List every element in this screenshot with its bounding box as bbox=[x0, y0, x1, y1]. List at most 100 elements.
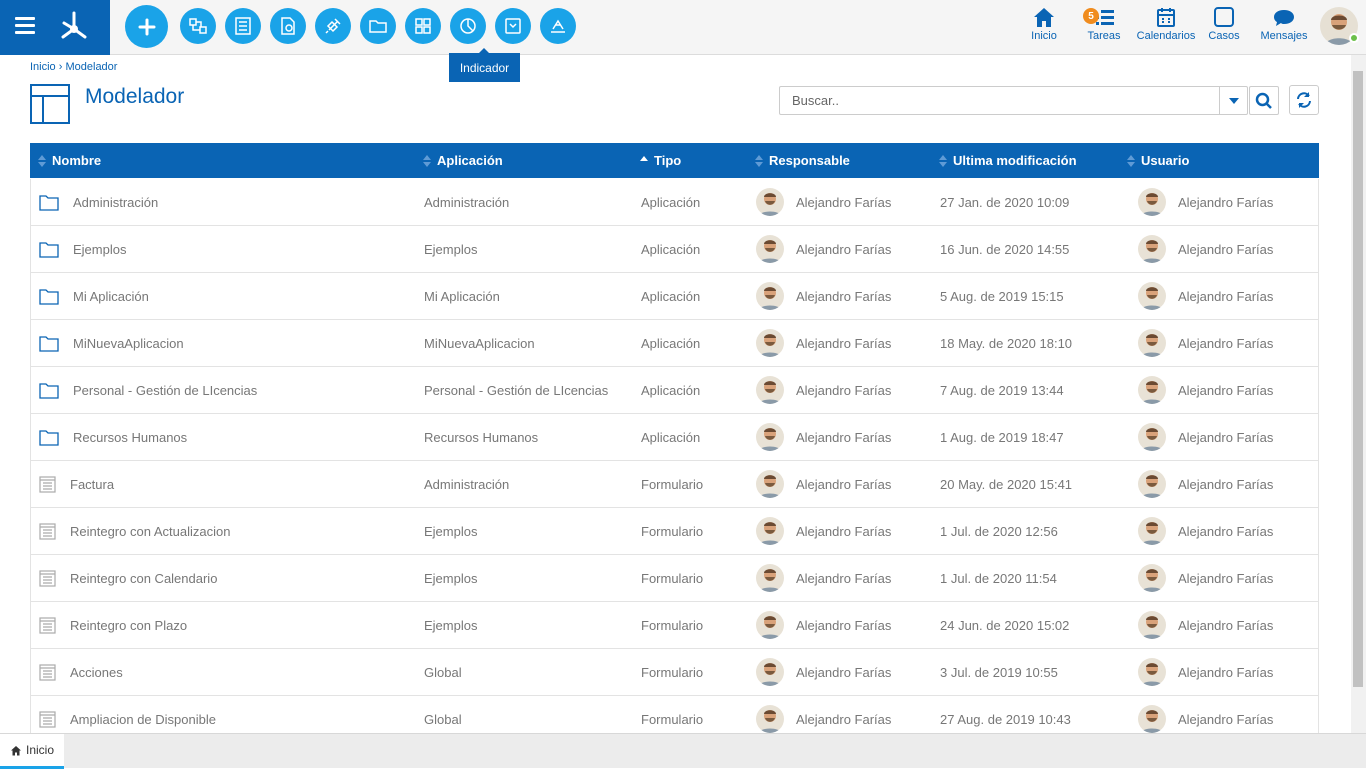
column-header-name[interactable]: Nombre bbox=[38, 143, 101, 178]
cell-type-text: Aplicación bbox=[641, 335, 701, 351]
nav-calendars[interactable]: Calendarios bbox=[1135, 6, 1197, 50]
cell-name-text[interactable]: Reintegro con Plazo bbox=[70, 618, 187, 633]
process-tool-button[interactable] bbox=[180, 8, 216, 44]
table-row[interactable]: MiNuevaAplicacion MiNuevaAplicacion Aplica… bbox=[30, 320, 1319, 367]
integration-tool-button[interactable] bbox=[315, 8, 351, 44]
cell-resp-text: Alejandro Farías bbox=[796, 664, 892, 680]
brand-area bbox=[0, 0, 110, 55]
avatar bbox=[1138, 517, 1166, 545]
avatar bbox=[756, 235, 784, 263]
form-icon bbox=[39, 569, 70, 587]
page-tool-button[interactable] bbox=[405, 8, 441, 44]
add-button[interactable] bbox=[125, 5, 168, 48]
column-header-name-label: Nombre bbox=[52, 153, 102, 168]
process-icon bbox=[189, 18, 207, 34]
form-icon bbox=[39, 663, 70, 681]
column-header-user[interactable]: Usuario bbox=[1127, 143, 1189, 178]
search-input[interactable] bbox=[780, 87, 1219, 114]
refresh-button[interactable] bbox=[1289, 85, 1319, 115]
cell-name: MiNuevaAplicacion bbox=[39, 320, 184, 366]
nav-home[interactable]: Inicio bbox=[1025, 6, 1063, 50]
cell-app-text: Administración bbox=[424, 476, 510, 492]
query-tool-button[interactable] bbox=[495, 8, 531, 44]
cell-name: Ampliacion de Disponible bbox=[39, 696, 216, 733]
table-row[interactable]: Acciones Global Formulario Alejandro Farías… bbox=[30, 649, 1319, 696]
cell-user-text: Alejandro Farías bbox=[1178, 711, 1274, 727]
form-tool-button[interactable] bbox=[225, 8, 261, 44]
cell-name-text[interactable]: Factura bbox=[70, 477, 114, 492]
column-header-responsible[interactable]: Responsable bbox=[755, 143, 850, 178]
table-row[interactable]: Mi Aplicación Mi Aplicación Aplicación Alej… bbox=[30, 273, 1319, 320]
cell-type: Aplicación bbox=[641, 273, 700, 319]
report-icon bbox=[281, 17, 295, 35]
cell-type-text: Formulario bbox=[641, 523, 704, 539]
cell-resp: Alejandro Farías bbox=[756, 555, 891, 601]
cell-name-text[interactable]: MiNuevaAplicacion bbox=[73, 336, 184, 351]
sort-icon bbox=[423, 154, 431, 167]
column-header-last-modified[interactable]: Ultima modificación bbox=[939, 143, 1077, 178]
folder-tool-button[interactable] bbox=[360, 8, 396, 44]
avatar bbox=[1138, 188, 1166, 216]
cell-user-text: Alejandro Farías bbox=[1178, 617, 1274, 633]
table-row[interactable]: Recursos Humanos Recursos Humanos Aplicaci… bbox=[30, 414, 1319, 461]
avatar bbox=[1138, 329, 1166, 357]
table-row[interactable]: Personal - Gestión de LIcencias Personal … bbox=[30, 367, 1319, 414]
nav-calendars-label: Calendarios bbox=[1136, 30, 1196, 42]
cell-mod: 1 Jul. de 2020 11:54 bbox=[940, 555, 1057, 601]
breadcrumb-home-link[interactable]: Inicio bbox=[30, 61, 56, 73]
table-row[interactable]: Ampliacion de Disponible Global Formulario… bbox=[30, 696, 1319, 733]
table-row[interactable]: Administración Administración Aplicación Al… bbox=[30, 179, 1319, 226]
table-row[interactable]: Reintegro con Actualizacion Ejemplos Formu… bbox=[30, 508, 1319, 555]
cell-user: Alejandro Farías bbox=[1138, 555, 1273, 601]
table-row[interactable]: Reintegro con Calendario Ejemplos Formular… bbox=[30, 555, 1319, 602]
rule-tool-button[interactable] bbox=[540, 8, 576, 44]
nav-messages[interactable]: Mensajes bbox=[1259, 6, 1309, 50]
cell-app-text: Recursos Humanos bbox=[424, 429, 539, 445]
cell-name-text[interactable]: Recursos Humanos bbox=[73, 430, 187, 445]
search-button[interactable] bbox=[1249, 86, 1279, 115]
cell-user-text: Alejandro Farías bbox=[1178, 335, 1274, 351]
cell-name-text[interactable]: Reintegro con Actualizacion bbox=[70, 524, 230, 539]
cell-app: MiNuevaAplicacion bbox=[424, 320, 535, 366]
tab-home[interactable]: Inicio bbox=[0, 734, 64, 769]
column-header-application[interactable]: Aplicación bbox=[423, 143, 503, 178]
avatar bbox=[756, 329, 784, 357]
table-row[interactable]: Reintegro con Plazo Ejemplos Formulario Ale… bbox=[30, 602, 1319, 649]
cell-user-text: Alejandro Farías bbox=[1178, 429, 1274, 445]
column-header-type[interactable]: Tipo bbox=[640, 143, 681, 178]
cell-name-text[interactable]: Acciones bbox=[70, 665, 123, 680]
table-row[interactable]: Factura Administración Formulario Alejandro… bbox=[30, 461, 1319, 508]
cell-name-text[interactable]: Administración bbox=[73, 195, 158, 210]
cell-type-text: Formulario bbox=[641, 664, 704, 680]
cell-user-text: Alejandro Farías bbox=[1178, 476, 1274, 492]
cell-name-text[interactable]: Reintegro con Calendario bbox=[70, 571, 217, 586]
column-header-type-label: Tipo bbox=[654, 153, 682, 168]
cell-type-text: Aplicación bbox=[641, 288, 701, 304]
avatar bbox=[756, 188, 784, 216]
nav-cases[interactable]: Casos bbox=[1206, 6, 1242, 50]
sort-ascending-icon bbox=[640, 155, 648, 161]
scrollbar-thumb[interactable] bbox=[1353, 71, 1363, 687]
form-icon bbox=[39, 710, 70, 728]
menu-icon[interactable] bbox=[15, 17, 35, 35]
cell-type: Formulario bbox=[641, 602, 703, 648]
modeler-grid: Nombre Aplicación Tipo Responsable Ultim… bbox=[30, 143, 1319, 733]
cell-name-text[interactable]: Ampliacion de Disponible bbox=[70, 712, 216, 727]
cell-name-text[interactable]: Mi Aplicación bbox=[73, 289, 149, 304]
avatar bbox=[1138, 658, 1166, 686]
avatar bbox=[756, 705, 784, 733]
indicator-tool-button[interactable] bbox=[450, 8, 486, 44]
logo-icon[interactable] bbox=[56, 9, 92, 45]
scrollbar[interactable] bbox=[1351, 55, 1366, 733]
table-row[interactable]: Ejemplos Ejemplos Aplicación Alejandro Farí… bbox=[30, 226, 1319, 273]
cell-app: Recursos Humanos bbox=[424, 414, 538, 460]
cell-app-text: Administración bbox=[424, 194, 510, 210]
cell-name-text[interactable]: Ejemplos bbox=[73, 242, 126, 257]
nav-tasks[interactable]: Tareas 5 bbox=[1083, 6, 1125, 50]
column-header-user-label: Usuario bbox=[1141, 153, 1190, 168]
search-dropdown-button[interactable] bbox=[1219, 87, 1248, 114]
cell-name-text[interactable]: Personal - Gestión de LIcencias bbox=[73, 383, 257, 398]
cell-app: Ejemplos bbox=[424, 555, 477, 601]
cell-user-text: Alejandro Farías bbox=[1178, 523, 1274, 539]
report-tool-button[interactable] bbox=[270, 8, 306, 44]
